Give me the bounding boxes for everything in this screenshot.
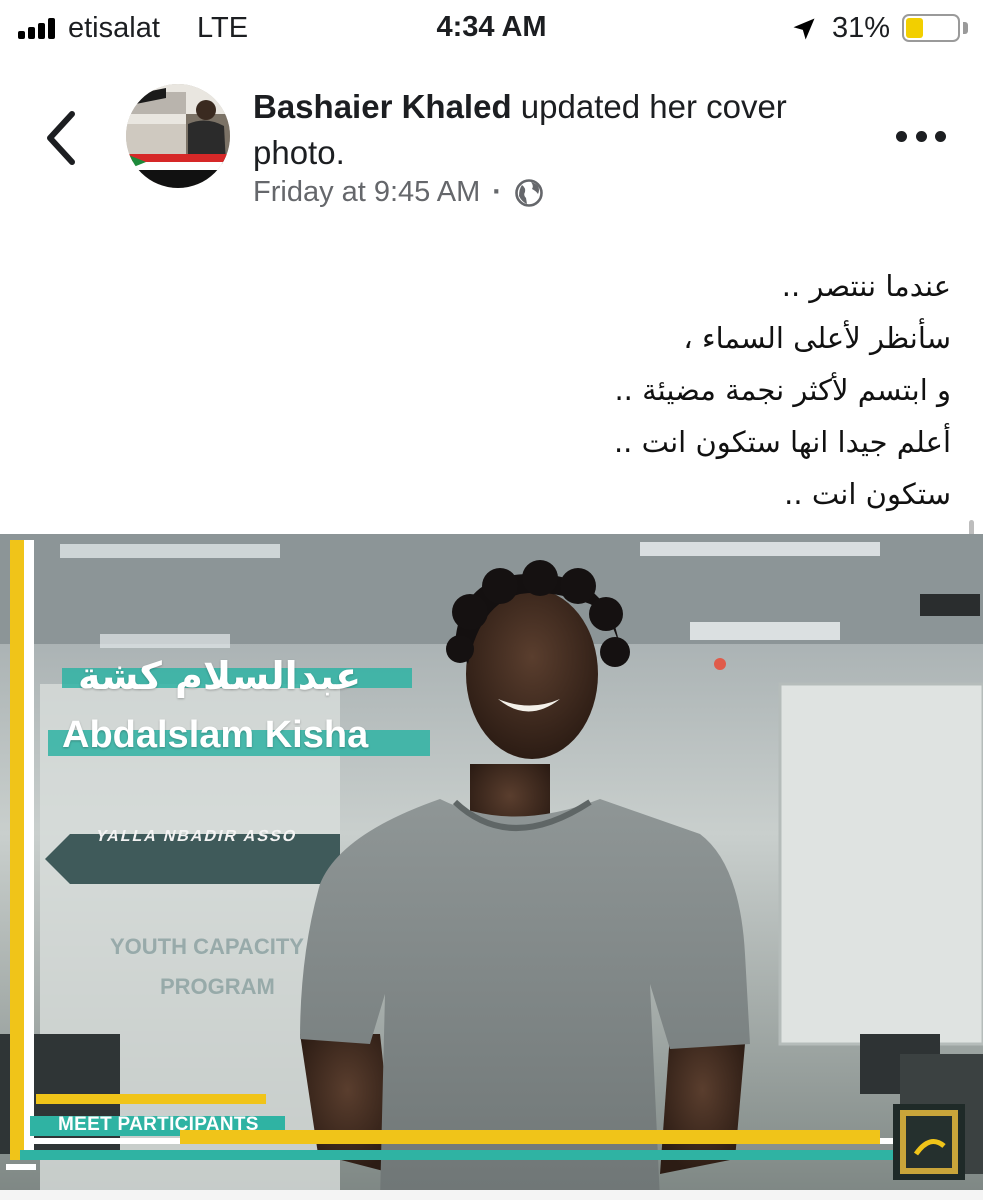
location-arrow-icon — [793, 18, 815, 40]
cover-photo[interactable]: YOUTH CAPACITY B PROGRAM عبدالسلام كشة A… — [0, 534, 983, 1200]
status-bar: etisalat LTE 4:34 AM 31% — [0, 0, 983, 56]
author-name[interactable]: Bashaier Khaled — [253, 88, 512, 125]
post-caption: عندما ننتصر .. سأنظر لأعلى السماء ، و اب… — [251, 260, 951, 520]
meta-separator: · — [492, 176, 502, 208]
globe-icon — [515, 178, 543, 207]
cover-name-english: Abdalslam Kisha — [62, 714, 369, 756]
more-horizontal-icon — [896, 130, 907, 142]
caption-line: عندما ننتصر .. — [781, 269, 951, 303]
svg-text:PROGRAM: PROGRAM — [160, 974, 275, 999]
post-timestamp[interactable]: Friday at 9:45 AM — [253, 176, 480, 209]
caption-line: ستكون انت .. — [784, 477, 951, 511]
post-headline: Bashaier Khaled updated her cover photo. — [253, 84, 863, 176]
battery-tip — [963, 22, 968, 34]
cover-name-arabic: عبدالسلام كشة — [78, 654, 362, 698]
battery-icon — [902, 14, 960, 42]
back-button[interactable] — [38, 108, 86, 168]
avatar-photo — [126, 84, 230, 188]
post-meta: Friday at 9:45 AM · — [253, 176, 544, 209]
caption-line: سأنظر لأعلى السماء ، — [683, 321, 951, 355]
battery-level — [906, 18, 923, 38]
wall-banner-text: YALLA NBADIR ASSO — [94, 828, 300, 845]
caption-line: و ابتسم لأكثر نجمة مضيئة .. — [614, 373, 951, 407]
meet-participants-label: MEET PARTICIPANTS — [58, 1114, 259, 1135]
avatar[interactable] — [126, 84, 230, 188]
cover-photo-image: YOUTH CAPACITY B PROGRAM — [0, 534, 983, 1200]
battery-percent: 31% — [832, 12, 891, 44]
caption-line: أعلم جيدا انها ستكون انت .. — [613, 425, 951, 459]
more-options-button[interactable] — [896, 128, 946, 144]
svg-text:YOUTH CAPACITY B: YOUTH CAPACITY B — [110, 934, 326, 959]
